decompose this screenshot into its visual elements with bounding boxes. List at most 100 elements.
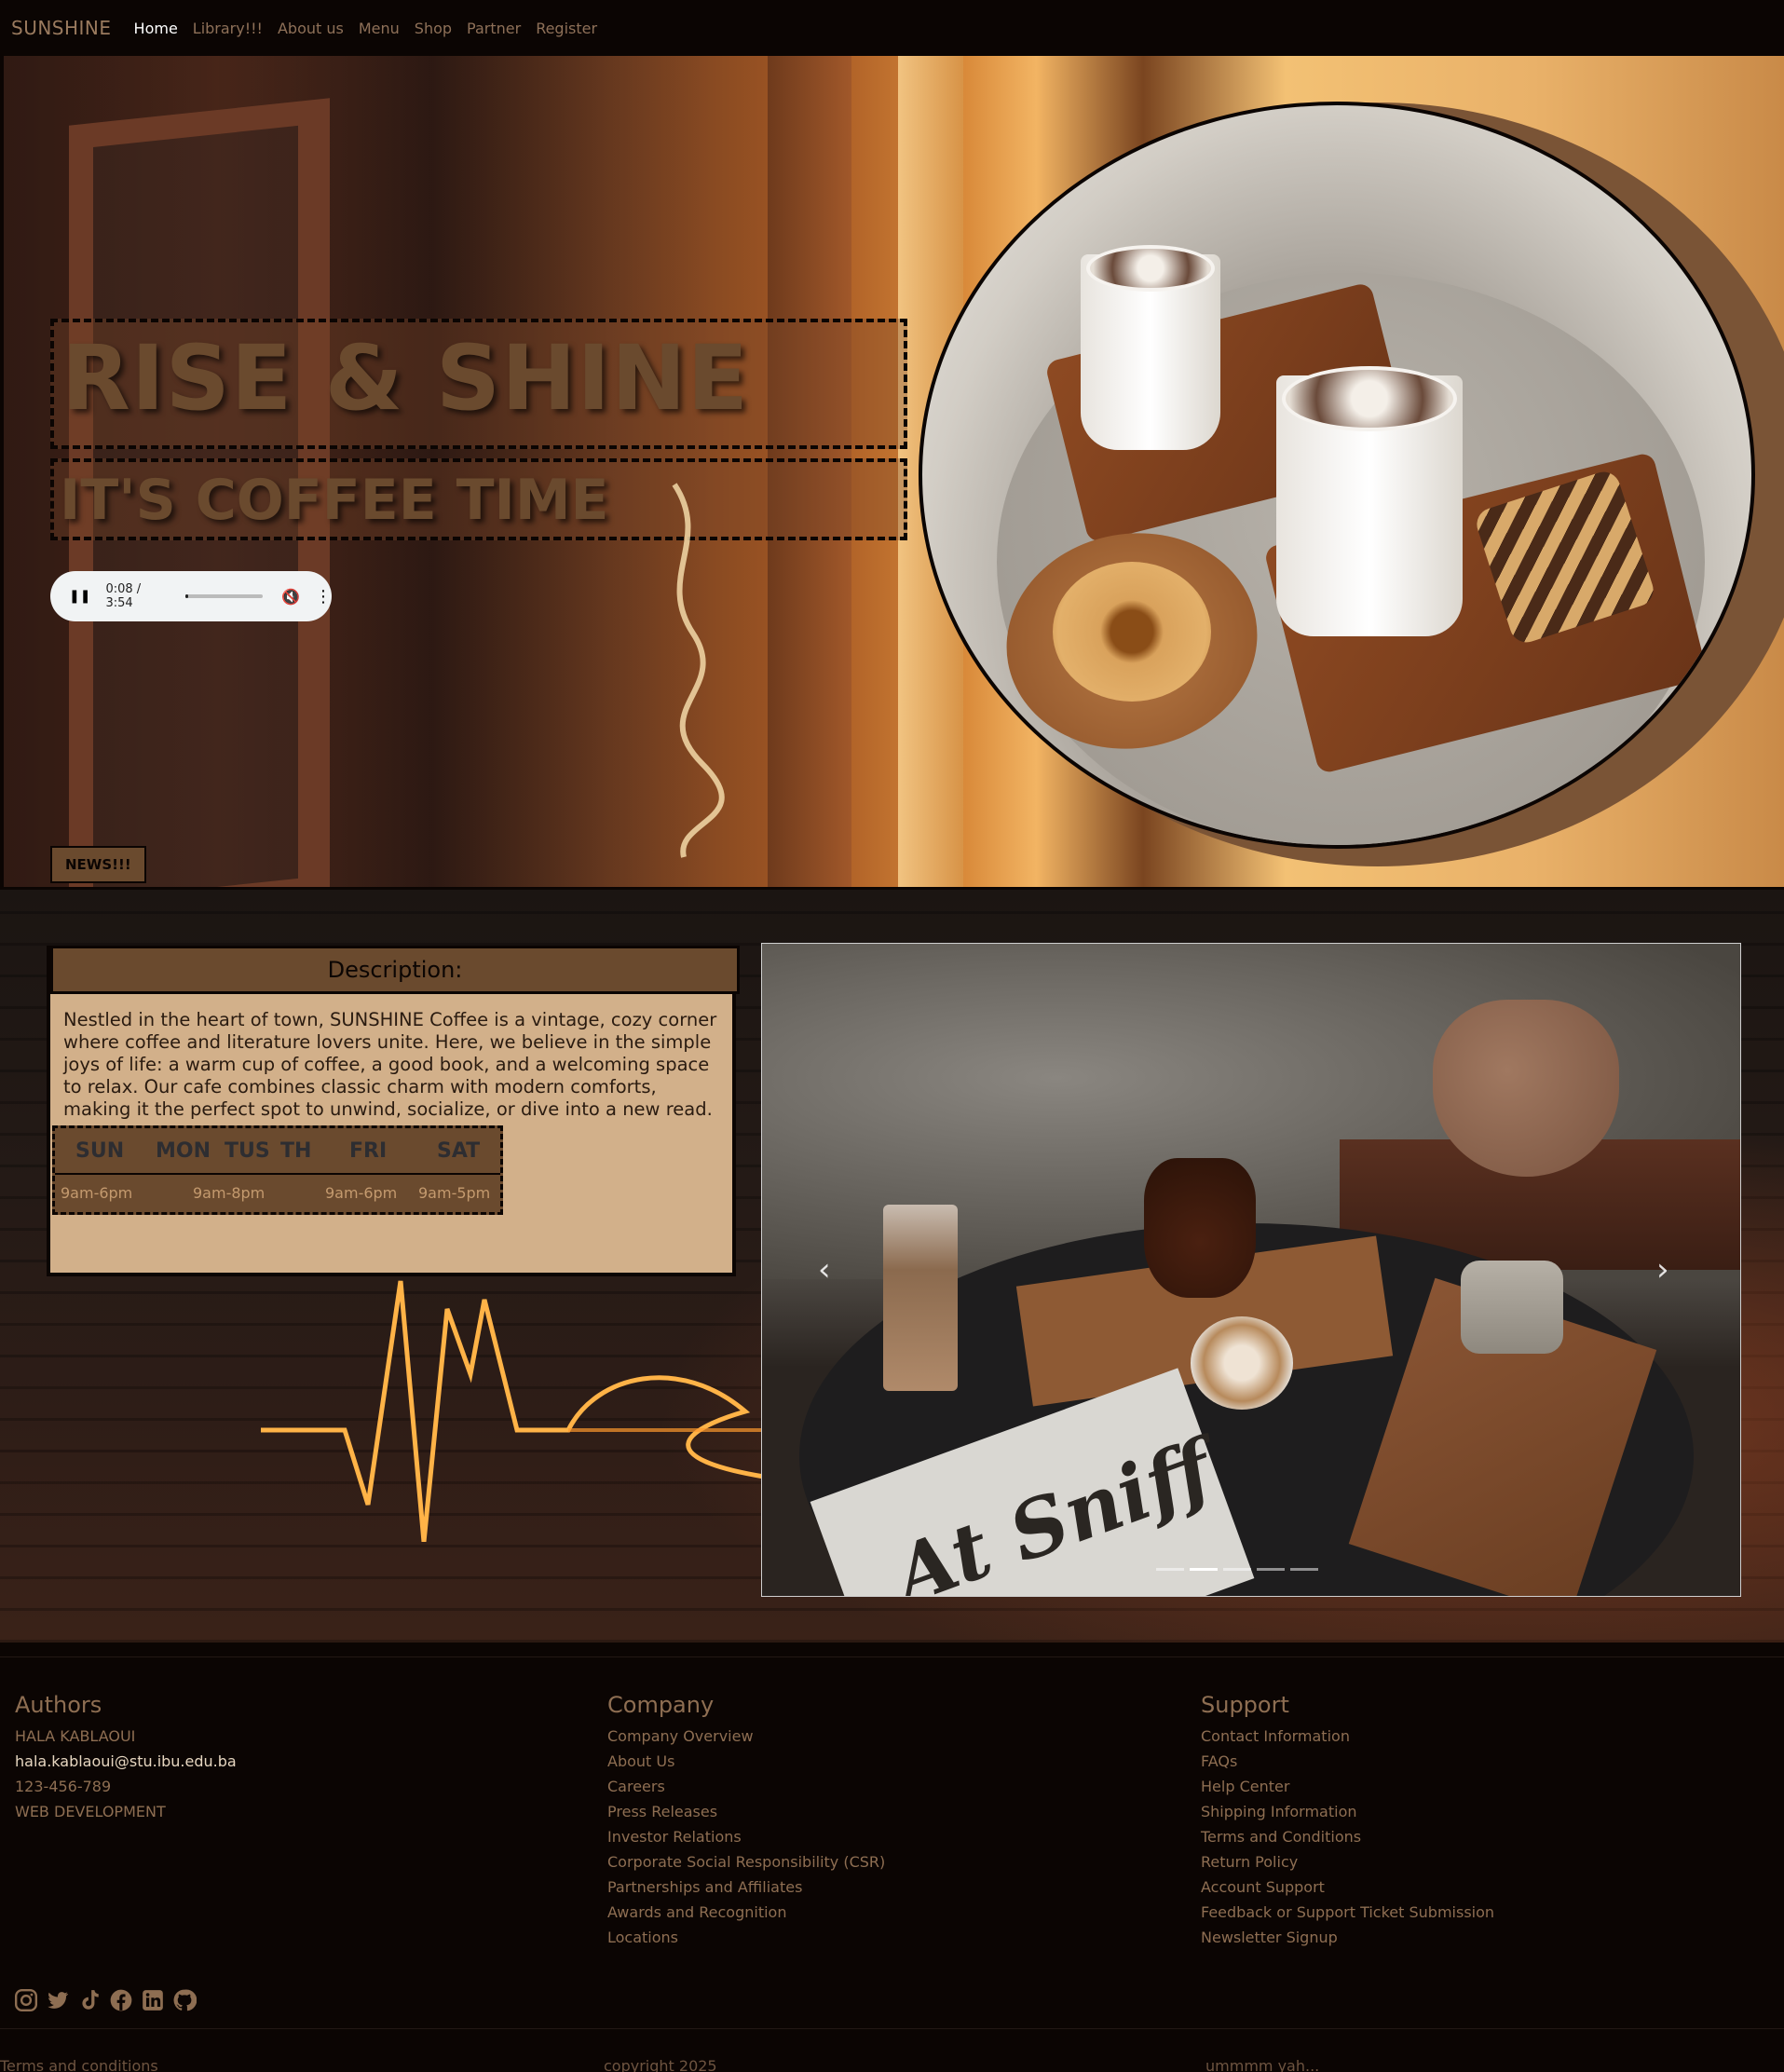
- linkedin-icon[interactable]: [141, 1988, 165, 2012]
- footer-link[interactable]: Partnerships and Affiliates: [607, 1874, 885, 1900]
- footer-link[interactable]: Press Releases: [607, 1799, 885, 1824]
- footer-divider: [0, 1656, 1784, 1657]
- hero-section: RISE & SHINE IT'S COFFEE TIME ❚❚ 0:08 / …: [4, 56, 1784, 887]
- footer-link[interactable]: Account Support: [1201, 1874, 1494, 1900]
- footer-link[interactable]: Newsletter Signup: [1201, 1925, 1494, 1950]
- footer-link[interactable]: Feedback or Support Ticket Submission: [1201, 1900, 1494, 1925]
- instagram-icon[interactable]: [14, 1988, 38, 2012]
- twitter-icon[interactable]: [46, 1988, 70, 2012]
- description-heading: Description:: [50, 946, 740, 994]
- copyright-text: copyright 2025: [604, 2057, 717, 2072]
- carousel-indicators: [1153, 1568, 1321, 1571]
- news-button[interactable]: NEWS!!!: [50, 846, 146, 883]
- carousel-bag: [1433, 1000, 1619, 1177]
- footer-link[interactable]: Careers: [607, 1774, 885, 1799]
- coffee-cup: [1276, 366, 1463, 636]
- day-label: MON: [156, 1139, 211, 1163]
- top-navbar: SUNSHINE Home Library!!! About us Menu S…: [0, 0, 1784, 56]
- steam-swirl-decoration: [672, 483, 725, 858]
- carousel-indicator[interactable]: [1257, 1568, 1285, 1571]
- footer-company-heading: Company: [607, 1692, 715, 1718]
- carousel-indicator[interactable]: [1223, 1568, 1251, 1571]
- brand-logo[interactable]: SUNSHINE: [11, 17, 112, 39]
- audio-progress-slider[interactable]: [185, 594, 264, 598]
- nav-link-register[interactable]: Register: [536, 20, 597, 37]
- hours-times-row: 9am-6pm 9am-8pm 9am-6pm 9am-5pm: [55, 1177, 500, 1212]
- footer-link[interactable]: Investor Relations: [607, 1824, 885, 1849]
- day-label: SAT: [437, 1139, 481, 1163]
- ceramic-cup: [1461, 1261, 1563, 1354]
- latte-foam: [1282, 366, 1457, 431]
- nav-link-library[interactable]: Library!!!: [193, 20, 263, 37]
- hero-title: RISE & SHINE: [61, 326, 750, 430]
- nav-link-about-us[interactable]: About us: [278, 20, 344, 37]
- coffee-pitcher: [1144, 1158, 1256, 1298]
- coffee-cup: [1081, 245, 1220, 450]
- social-links: [14, 1988, 204, 2012]
- hours-value: 9am-8pm: [193, 1184, 266, 1202]
- chevron-left-icon[interactable]: ‹: [818, 1251, 831, 1288]
- author-email-link[interactable]: hala.kablaoui@stu.ibu.edu.ba: [15, 1749, 237, 1774]
- hours-days-row: SUN MON TUS TH FRI SAT: [55, 1128, 500, 1175]
- footer-link[interactable]: About Us: [607, 1749, 885, 1774]
- day-label: FRI: [349, 1139, 388, 1163]
- tiktok-icon[interactable]: [77, 1988, 102, 2012]
- hours-value: 9am-6pm: [325, 1184, 398, 1202]
- audio-player[interactable]: ❚❚ 0:08 / 3:54 🔇 ⋮: [50, 571, 332, 621]
- nav-link-menu[interactable]: Menu: [359, 20, 400, 37]
- latte-foam: [1086, 245, 1215, 292]
- author-phone: 123-456-789: [15, 1778, 112, 1795]
- about-section: Description: Nestled in the heart of tow…: [0, 890, 1784, 1643]
- more-options-icon[interactable]: ⋮: [315, 587, 332, 607]
- footer-authors-heading: Authors: [15, 1692, 102, 1718]
- terms-link[interactable]: Terms and conditions: [0, 2057, 158, 2072]
- nav-link-partner[interactable]: Partner: [467, 20, 521, 37]
- carousel-indicator[interactable]: [1190, 1568, 1218, 1571]
- hours-value: 9am-6pm: [61, 1184, 133, 1202]
- footer-authors-column: Authors HALA KABLAOUI hala.kablaoui@stu.…: [15, 1692, 237, 1824]
- description-text: Nestled in the heart of town, SUNSHINE C…: [63, 1009, 717, 1120]
- pause-icon[interactable]: ❚❚: [69, 589, 90, 604]
- footer-link[interactable]: FAQs: [1201, 1749, 1494, 1774]
- hours-value: 9am-5pm: [418, 1184, 491, 1202]
- iced-coffee-glass: [883, 1205, 958, 1391]
- audio-time: 0:08 / 3:54: [105, 582, 142, 610]
- footer-link[interactable]: Terms and Conditions: [1201, 1824, 1494, 1849]
- hero-coffee-image: [919, 102, 1755, 849]
- nav-link-home[interactable]: Home: [134, 20, 178, 37]
- footer-link[interactable]: Help Center: [1201, 1774, 1494, 1799]
- footer-link[interactable]: Shipping Information: [1201, 1799, 1494, 1824]
- footer-tagline: ummmm yah...: [1205, 2057, 1320, 2072]
- mute-icon[interactable]: 🔇: [281, 588, 300, 606]
- footer-link[interactable]: Corporate Social Responsibility (CSR): [607, 1849, 885, 1874]
- footer-link[interactable]: Locations: [607, 1925, 885, 1950]
- footer-divider: [0, 2028, 1784, 2029]
- nav-link-shop[interactable]: Shop: [415, 20, 452, 37]
- author-name: HALA KABLAOUI: [15, 1727, 136, 1745]
- description-card: Description: Nestled in the heart of tow…: [47, 946, 740, 1276]
- chevron-right-icon[interactable]: ›: [1656, 1251, 1669, 1288]
- audio-progress-fill: [185, 594, 189, 598]
- footer-support-column: Support Contact Information FAQs Help Ce…: [1201, 1692, 1494, 1950]
- footer-link[interactable]: Contact Information: [1201, 1724, 1494, 1749]
- hero-title-box: RISE & SHINE: [50, 319, 907, 449]
- day-label: TUS: [225, 1139, 270, 1163]
- opening-hours-table: SUN MON TUS TH FRI SAT 9am-6pm 9am-8pm 9…: [52, 1125, 503, 1215]
- carousel-indicator[interactable]: [1156, 1568, 1184, 1571]
- facebook-icon[interactable]: [109, 1988, 133, 2012]
- footer-support-heading: Support: [1201, 1692, 1289, 1718]
- footer-company-column: Company Company Overview About Us Career…: [607, 1692, 885, 1950]
- neon-heartbeat-decoration: [261, 1280, 783, 1542]
- day-label: SUN: [75, 1139, 125, 1163]
- footer-link[interactable]: Awards and Recognition: [607, 1900, 885, 1925]
- latte-cup: [1191, 1316, 1293, 1410]
- hero-subtitle: IT'S COFFEE TIME: [60, 468, 609, 533]
- donut: [1053, 562, 1211, 702]
- image-carousel[interactable]: At Sniff ‹ ›: [761, 943, 1741, 1597]
- footer-link[interactable]: Return Policy: [1201, 1849, 1494, 1874]
- github-icon[interactable]: [172, 1988, 197, 2012]
- author-role: WEB DEVELOPMENT: [15, 1803, 166, 1820]
- footer-link[interactable]: Company Overview: [607, 1724, 885, 1749]
- day-label: TH: [280, 1139, 312, 1163]
- carousel-indicator[interactable]: [1290, 1568, 1318, 1571]
